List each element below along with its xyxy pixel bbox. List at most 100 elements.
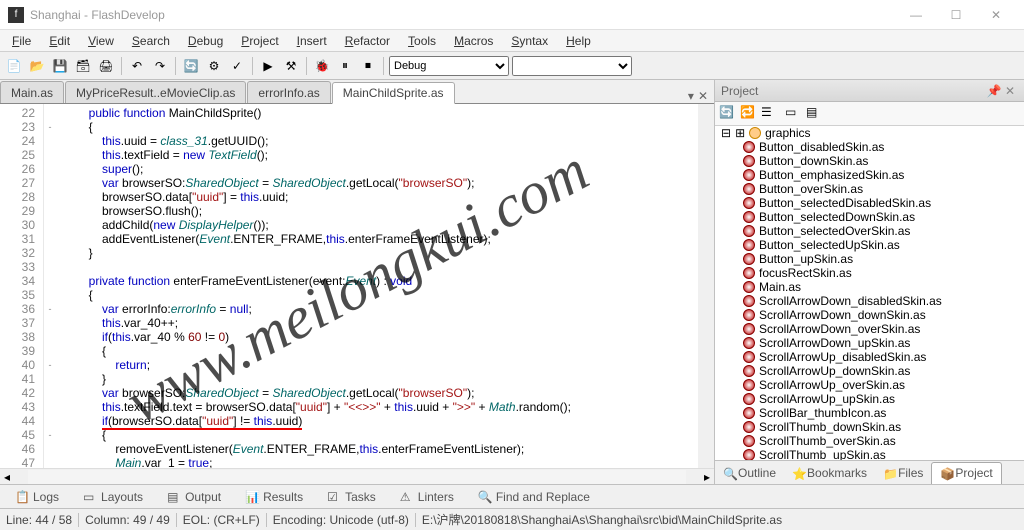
menu-project[interactable]: Project (233, 32, 286, 50)
collapse-icon[interactable]: ▭ (785, 105, 803, 123)
project-panel-tabs: 🔍Outline⭐Bookmarks📁Files📦Project (715, 460, 1024, 484)
menu-view[interactable]: View (80, 32, 122, 50)
save-all-icon[interactable]: 🗃 (73, 56, 93, 76)
panel-title-label: Project (721, 84, 758, 98)
panel-tab-outline[interactable]: 🔍Outline (715, 462, 784, 484)
tab-main-as[interactable]: Main.as (0, 81, 64, 103)
bottom-tab-results[interactable]: 📊Results (234, 487, 314, 507)
status-filepath: E:\沪牌\20180818\ShanghaiAs\Shanghai\src\b… (422, 511, 782, 528)
code-editor[interactable]: 2223242526272829303132333435363738394041… (0, 104, 714, 468)
tree-file[interactable]: ScrollBar_thumbIcon.as (715, 406, 1024, 420)
tree-file[interactable]: focusRectSkin.as (715, 266, 1024, 280)
tree-file[interactable]: Button_selectedDownSkin.as (715, 210, 1024, 224)
project-panel-title: Project 📌 ✕ (715, 80, 1024, 102)
bottom-tab-output[interactable]: ▤Output (156, 487, 232, 507)
tree-file[interactable]: ScrollThumb_overSkin.as (715, 434, 1024, 448)
minimize-button[interactable]: — (896, 0, 936, 30)
dropdown-icon[interactable]: ▾ (688, 89, 694, 103)
bottom-tab-find-and-replace[interactable]: 🔍Find and Replace (467, 487, 601, 507)
tree-file[interactable]: Button_emphasizedSkin.as (715, 168, 1024, 182)
tab-errorinfo-as[interactable]: errorInfo.as (247, 81, 330, 103)
run-icon[interactable]: ▶ (258, 56, 278, 76)
tree-file[interactable]: Main.as (715, 280, 1024, 294)
tree-file[interactable]: ScrollThumb_downSkin.as (715, 420, 1024, 434)
tree-file[interactable]: Button_upSkin.as (715, 252, 1024, 266)
title-bar: f Shanghai - FlashDevelop — ☐ ✕ (0, 0, 1024, 30)
code-content[interactable]: public function MainChildSprite() { this… (56, 104, 698, 468)
tree-file[interactable]: ScrollArrowUp_disabledSkin.as (715, 350, 1024, 364)
menu-refactor[interactable]: Refactor (337, 32, 398, 50)
menu-tools[interactable]: Tools (400, 32, 444, 50)
tab-mypriceresult-emovieclip-as[interactable]: MyPriceResult..eMovieClip.as (65, 81, 246, 103)
print-icon[interactable]: 🖨 (96, 56, 116, 76)
panel-tab-project[interactable]: 📦Project (931, 462, 1001, 484)
save-icon[interactable]: 💾 (50, 56, 70, 76)
pause-icon[interactable]: ⏸ (335, 56, 355, 76)
new-file-icon[interactable]: 📄 (4, 56, 24, 76)
tree-file[interactable]: Button_disabledSkin.as (715, 140, 1024, 154)
tree-file[interactable]: Button_overSkin.as (715, 182, 1024, 196)
tree-file[interactable]: ScrollArrowDown_upSkin.as (715, 336, 1024, 350)
fold-gutter[interactable]: ---- (44, 104, 56, 468)
project-tree[interactable]: ⊟ ⊞ graphicsButton_disabledSkin.asButton… (715, 126, 1024, 460)
tree-file[interactable]: ScrollArrowUp_downSkin.as (715, 364, 1024, 378)
tab-mainchildsprite-as[interactable]: MainChildSprite.as (332, 82, 455, 104)
show-all-icon[interactable]: ▤ (806, 105, 824, 123)
panel-tab-bookmarks[interactable]: ⭐Bookmarks (784, 462, 875, 484)
tree-file[interactable]: Button_selectedUpSkin.as (715, 238, 1024, 252)
sync-icon[interactable]: 🔁 (740, 105, 758, 123)
line-gutter: 2223242526272829303132333435363738394041… (0, 104, 44, 468)
menu-debug[interactable]: Debug (180, 32, 231, 50)
tree-file[interactable]: ScrollArrowUp_upSkin.as (715, 392, 1024, 406)
tree-file[interactable]: Button_selectedOverSkin.as (715, 224, 1024, 238)
close-button[interactable]: ✕ (976, 0, 1016, 30)
menu-help[interactable]: Help (558, 32, 599, 50)
maximize-button[interactable]: ☐ (936, 0, 976, 30)
menu-search[interactable]: Search (124, 32, 178, 50)
tree-file[interactable]: ScrollArrowDown_overSkin.as (715, 322, 1024, 336)
debug-icon[interactable]: 🐞 (312, 56, 332, 76)
close-panel-icon[interactable]: ✕ (1002, 84, 1018, 98)
undo-icon[interactable]: ↶ (127, 56, 147, 76)
status-bar: Line: 44 / 58 Column: 49 / 49 EOL: (CR+L… (0, 508, 1024, 530)
status-encoding: Encoding: Unicode (utf-8) (273, 513, 409, 527)
build-icon[interactable]: ⚒ (281, 56, 301, 76)
menu-macros[interactable]: Macros (446, 32, 501, 50)
reload-icon[interactable]: 🔄 (181, 56, 201, 76)
menu-bar: FileEditViewSearchDebugProjectInsertRefa… (0, 30, 1024, 52)
stop-icon[interactable]: ⏹ (358, 56, 378, 76)
properties-icon[interactable]: ☰ (761, 105, 779, 123)
bottom-tab-linters[interactable]: ⚠Linters (389, 487, 465, 507)
menu-edit[interactable]: Edit (41, 32, 78, 50)
bottom-tab-logs[interactable]: 📋Logs (4, 487, 70, 507)
menu-syntax[interactable]: Syntax (503, 32, 556, 50)
config-select[interactable]: Debug (389, 56, 509, 76)
check-icon[interactable]: ✓ (227, 56, 247, 76)
status-column: Column: 49 / 49 (85, 513, 170, 527)
close-tab-icon[interactable]: ✕ (698, 89, 708, 103)
settings-icon[interactable]: ⚙ (204, 56, 224, 76)
separator (175, 57, 176, 75)
bottom-tab-layouts[interactable]: ▭Layouts (72, 487, 154, 507)
vertical-scrollbar[interactable] (698, 104, 714, 468)
tree-folder-graphics[interactable]: ⊟ ⊞ graphics (715, 126, 1024, 140)
tree-file[interactable]: ScrollArrowDown_disabledSkin.as (715, 294, 1024, 308)
redo-icon[interactable]: ↷ (150, 56, 170, 76)
status-eol: EOL: (CR+LF) (183, 513, 260, 527)
tree-file[interactable]: Button_selectedDisabledSkin.as (715, 196, 1024, 210)
open-icon[interactable]: 📂 (27, 56, 47, 76)
menu-insert[interactable]: Insert (289, 32, 335, 50)
project-toolbar: 🔄 🔁 ☰ ▭ ▤ (715, 102, 1024, 126)
separator (306, 57, 307, 75)
tree-file[interactable]: ScrollThumb_upSkin.as (715, 448, 1024, 460)
pin-icon[interactable]: 📌 (986, 84, 1002, 98)
refresh-icon[interactable]: 🔄 (719, 105, 737, 123)
tree-file[interactable]: Button_downSkin.as (715, 154, 1024, 168)
panel-tab-files[interactable]: 📁Files (875, 462, 931, 484)
tree-file[interactable]: ScrollArrowUp_overSkin.as (715, 378, 1024, 392)
target-select[interactable] (512, 56, 632, 76)
menu-file[interactable]: File (4, 32, 39, 50)
horizontal-scrollbar[interactable]: ◂▸ (0, 468, 714, 484)
tree-file[interactable]: ScrollArrowDown_downSkin.as (715, 308, 1024, 322)
bottom-tab-tasks[interactable]: ☑Tasks (316, 487, 387, 507)
